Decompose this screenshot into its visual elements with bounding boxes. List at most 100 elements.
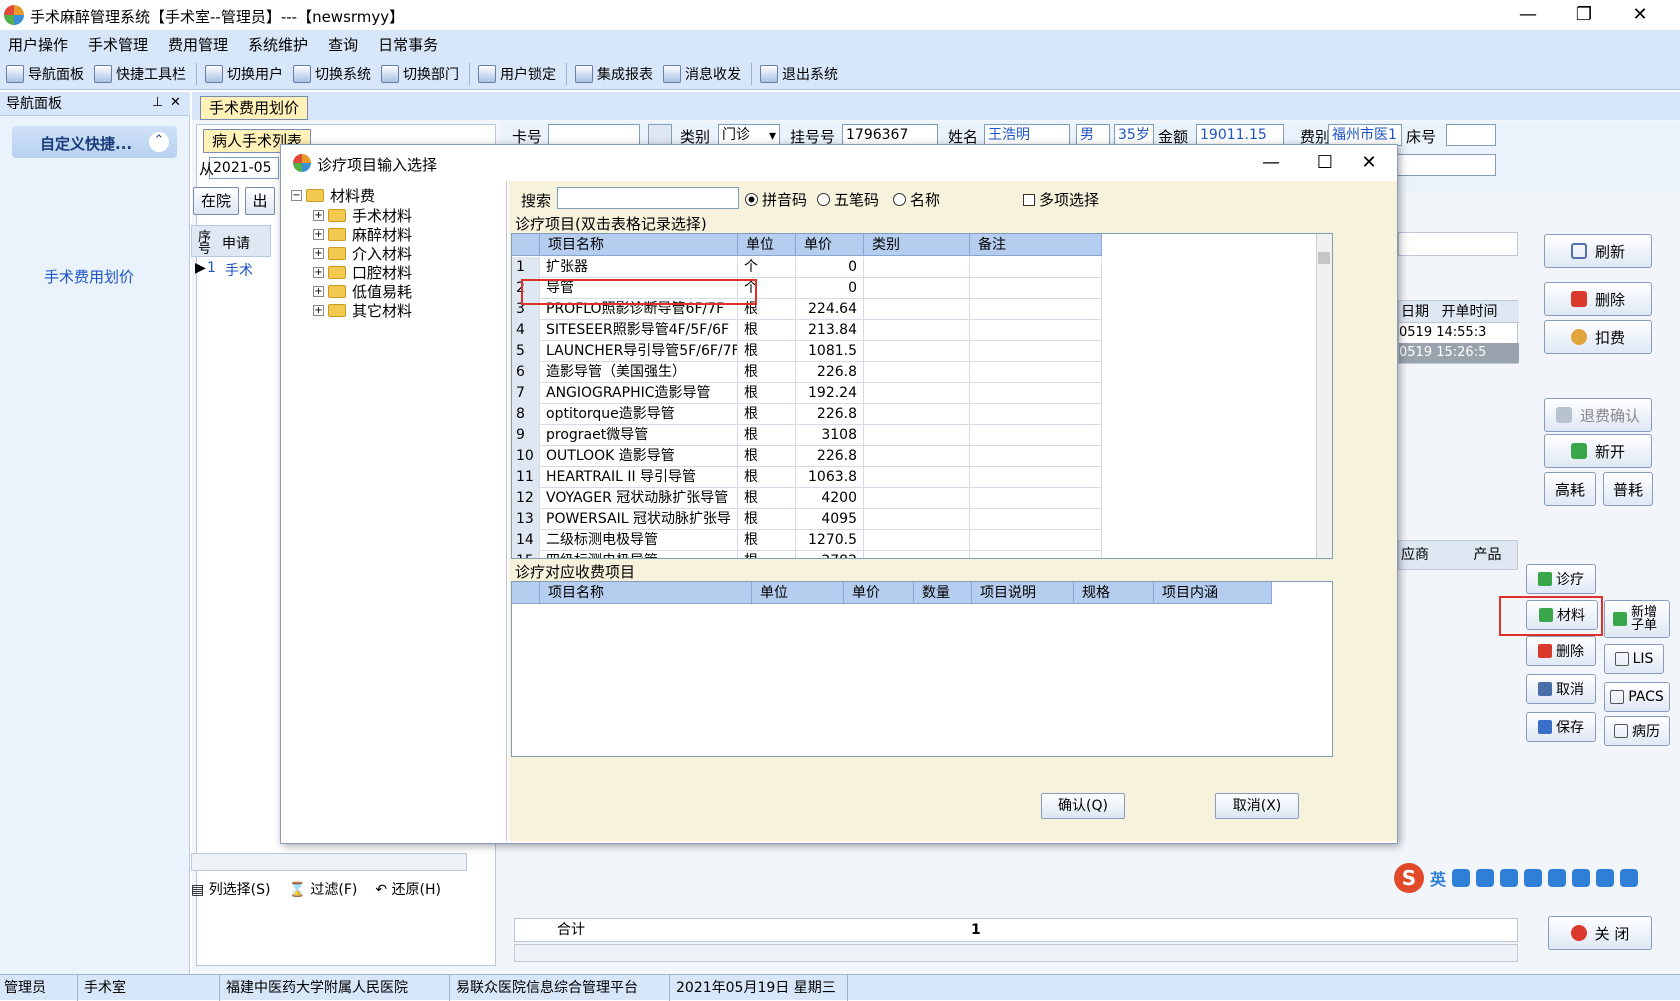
radio-wubi[interactable]: 五笔码 bbox=[817, 189, 879, 210]
close-window-button[interactable]: ✕ bbox=[1612, 0, 1668, 30]
pin-icon[interactable]: ⊥ bbox=[152, 95, 163, 110]
ime-language[interactable]: 英 bbox=[1430, 866, 1446, 890]
item-row[interactable]: 12 VOYAGER 冠状动脉扩张导管根 4200 bbox=[512, 488, 1102, 509]
toolbar-switch-user[interactable]: 切换用户 bbox=[205, 64, 283, 84]
item-row[interactable]: 8 optitorque造影导管根 226.8 bbox=[512, 404, 1102, 425]
item-row[interactable]: 9 prograet微导管根 3108 bbox=[512, 425, 1102, 446]
scroll-thumb[interactable] bbox=[1318, 252, 1330, 264]
expand-icon[interactable]: + bbox=[313, 286, 324, 297]
moon-icon[interactable] bbox=[1452, 869, 1471, 887]
column-select-button[interactable]: ▤ 列选择(S) bbox=[191, 879, 271, 899]
menu-query[interactable]: 查询 bbox=[328, 34, 358, 55]
item-row[interactable]: 4 SITESEER照影导管4F/5F/6F 根 213.84 bbox=[512, 320, 1102, 341]
item-row[interactable]: 1 扩张器个 0 bbox=[512, 257, 1102, 278]
tree-root[interactable]: − 材料费 bbox=[291, 185, 375, 206]
expand-icon[interactable]: + bbox=[313, 210, 324, 221]
keyboard-icon[interactable] bbox=[1548, 869, 1567, 887]
tree-node[interactable]: + 其它材料 bbox=[313, 300, 412, 321]
toolbar-switch-dept[interactable]: 切换部门 bbox=[381, 64, 459, 84]
nav-group-custom[interactable]: 自定义快捷... ⌃ bbox=[12, 126, 177, 158]
menu-surgery[interactable]: 手术管理 bbox=[88, 34, 148, 55]
microphone-icon[interactable] bbox=[1524, 869, 1543, 887]
sogou-icon[interactable]: S bbox=[1394, 863, 1424, 893]
cancel-button[interactable]: 取消(X) bbox=[1215, 793, 1299, 819]
item-row[interactable]: 6 造影导管（美国强生）根 226.8 bbox=[512, 362, 1102, 383]
dialog-minimize-button[interactable]: — bbox=[1243, 145, 1299, 181]
type-select[interactable]: 门诊 bbox=[718, 124, 780, 146]
maximize-button[interactable]: ❐ bbox=[1556, 0, 1612, 30]
delete-item-button[interactable]: 删除 bbox=[1526, 636, 1596, 666]
save-button[interactable]: 保存 bbox=[1526, 712, 1596, 742]
cancel-item-button[interactable]: 取消 bbox=[1526, 674, 1596, 704]
toolbar-shortcuts[interactable]: 快捷工具栏 bbox=[94, 64, 186, 84]
diagnose-button[interactable]: 诊疗 bbox=[1526, 564, 1596, 594]
minimize-button[interactable]: — bbox=[1500, 0, 1556, 30]
pacs-button[interactable]: PACS bbox=[1604, 682, 1670, 712]
order-row-selected[interactable]: 0519 15:26:5 bbox=[1399, 343, 1519, 363]
normal-value-button[interactable]: 普耗 bbox=[1603, 472, 1653, 506]
date-from-input[interactable]: 2021-05 bbox=[209, 157, 279, 179]
expand-icon[interactable]: + bbox=[313, 267, 324, 278]
close-button[interactable]: 关 闭 bbox=[1548, 916, 1652, 950]
card-input[interactable] bbox=[548, 124, 640, 146]
item-row[interactable]: 13 POWERSAIL 冠状动脉扩张导根 4095 bbox=[512, 509, 1102, 530]
toolbar-switch-system[interactable]: 切换系统 bbox=[293, 64, 371, 84]
expand-icon[interactable]: + bbox=[313, 305, 324, 316]
expand-icon[interactable]: + bbox=[313, 248, 324, 259]
toolbar-lock-user[interactable]: 用户锁定 bbox=[478, 64, 556, 84]
menu-fees[interactable]: 费用管理 bbox=[168, 34, 228, 55]
menu-system[interactable]: 系统维护 bbox=[248, 34, 308, 55]
radio-name[interactable]: 名称 bbox=[893, 189, 940, 210]
delete-order-button[interactable]: 删除 bbox=[1544, 282, 1652, 316]
multi-select-checkbox[interactable]: 多项选择 bbox=[1023, 189, 1099, 210]
material-button[interactable]: 材料 bbox=[1526, 600, 1598, 630]
emoji-icon[interactable] bbox=[1500, 869, 1519, 887]
lis-button[interactable]: LIS bbox=[1604, 644, 1664, 674]
tab-fee-pricing[interactable]: 手术费用划价 bbox=[200, 96, 309, 120]
in-hospital-button[interactable]: 在院 bbox=[193, 187, 239, 215]
new-suborder-button[interactable]: 新增子单 bbox=[1604, 600, 1670, 638]
toolbar-reports[interactable]: 集成报表 bbox=[575, 64, 653, 84]
radio-pinyin[interactable]: 拼音码 bbox=[745, 189, 807, 210]
tree-node[interactable]: + 麻醉材料 bbox=[313, 224, 412, 245]
main-horizontal-scrollbar[interactable] bbox=[514, 944, 1518, 962]
dialog-close-button[interactable]: ✕ bbox=[1341, 145, 1397, 181]
punctuation-icon[interactable] bbox=[1476, 869, 1495, 887]
bed-input[interactable] bbox=[1446, 124, 1496, 146]
close-panel-icon[interactable]: ✕ bbox=[170, 95, 181, 110]
menu-daily[interactable]: 日常事务 bbox=[378, 34, 438, 55]
items-vertical-scrollbar[interactable] bbox=[1316, 234, 1332, 558]
filter-button[interactable]: ⌛ 过滤(F) bbox=[289, 879, 358, 899]
item-row[interactable]: 5 LAUNCHER导引导管5F/6F/7F 根 1081.5 bbox=[512, 341, 1102, 362]
grid-icon[interactable] bbox=[1620, 869, 1639, 887]
tree-node[interactable]: + 手术材料 bbox=[313, 205, 412, 226]
tree-node[interactable]: + 口腔材料 bbox=[313, 262, 412, 283]
order-row[interactable]: 0519 14:55:3 bbox=[1399, 323, 1519, 343]
tree-node[interactable]: + 介入材料 bbox=[313, 243, 412, 264]
discharged-button[interactable]: 出 bbox=[245, 187, 275, 215]
list-row[interactable]: ▶ 1 手术 bbox=[191, 259, 271, 281]
refresh-button[interactable]: 刷新 bbox=[1544, 234, 1652, 268]
restore-button[interactable]: ↶ 还原(H) bbox=[375, 879, 441, 899]
tree-node[interactable]: + 低值易耗 bbox=[313, 281, 412, 302]
deduct-button[interactable]: 扣费 bbox=[1544, 320, 1652, 354]
item-row[interactable]: 10 OUTLOOK 造影导管根 226.8 bbox=[512, 446, 1102, 467]
search-input[interactable] bbox=[557, 187, 739, 209]
chevron-up-icon[interactable]: ⌃ bbox=[149, 132, 169, 152]
horizontal-scrollbar[interactable] bbox=[191, 853, 467, 871]
item-row[interactable]: 7 ANGIOGRAPHIC造影导管根 192.24 bbox=[512, 383, 1102, 404]
user-icon[interactable] bbox=[1572, 869, 1591, 887]
toolbar-nav-panel[interactable]: 导航面板 bbox=[6, 64, 84, 84]
new-order-button[interactable]: 新开 bbox=[1544, 434, 1652, 468]
card-reader-icon[interactable] bbox=[648, 124, 672, 146]
menu-user-ops[interactable]: 用户操作 bbox=[8, 34, 68, 55]
item-row[interactable]: 15四级标测电极导管根2782 bbox=[512, 551, 1102, 558]
refund-confirm-button[interactable]: 退费确认 bbox=[1544, 398, 1652, 432]
toolbar-exit[interactable]: 退出系统 bbox=[760, 64, 838, 84]
nav-link-fee-pricing[interactable]: 手术费用划价 bbox=[44, 266, 134, 287]
toolbar-messages[interactable]: 消息收发 bbox=[663, 64, 741, 84]
high-value-button[interactable]: 高耗 bbox=[1544, 472, 1596, 506]
collapse-icon[interactable]: − bbox=[291, 190, 302, 201]
confirm-button[interactable]: 确认(Q) bbox=[1041, 793, 1125, 819]
expand-icon[interactable]: + bbox=[313, 229, 324, 240]
